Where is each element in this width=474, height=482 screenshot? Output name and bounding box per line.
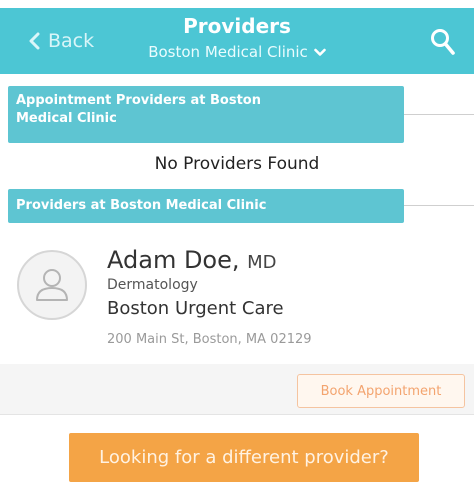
app-header: Back Providers Boston Medical Clinic: [0, 8, 474, 74]
providers-header: Providers at Boston Medical Clinic: [8, 189, 404, 223]
clinic-selector-label: Boston Medical Clinic: [148, 43, 308, 61]
no-providers-message: No Providers Found: [154, 154, 320, 174]
provider-credential: MD: [247, 252, 277, 273]
provider-action-bar: Book Appointment: [0, 364, 474, 415]
appointment-providers-title-line2: Medical Clinic: [16, 111, 117, 126]
divider: [404, 205, 474, 206]
appointment-providers-header: Appointment Providers at Boston Medical …: [8, 86, 404, 143]
appointment-providers-title-line1: Appointment Providers at Boston: [16, 93, 261, 108]
provider-name: Adam Doe, MD: [107, 246, 277, 274]
providers-title: Providers at Boston Medical Clinic: [16, 198, 267, 213]
search-icon: [431, 29, 455, 55]
provider-card[interactable]: Adam Doe, MD Dermatology Boston Urgent C…: [0, 240, 474, 364]
title-block: Providers Boston Medical Clinic: [0, 14, 474, 62]
provider-specialty: Dermatology: [107, 277, 198, 293]
provider-location: Boston Urgent Care: [107, 298, 284, 319]
divider: [404, 114, 474, 115]
search-button[interactable]: [430, 28, 456, 60]
provider-address: 200 Main St, Boston, MA 02129: [107, 332, 312, 347]
chevron-down-icon: [313, 48, 326, 56]
user-placeholder-icon: [36, 269, 68, 301]
book-appointment-button[interactable]: Book Appointment: [297, 374, 465, 408]
page-title: Providers: [183, 14, 291, 38]
provider-name-text: Adam Doe,: [107, 246, 240, 274]
avatar: [17, 250, 87, 320]
clinic-selector[interactable]: Boston Medical Clinic: [148, 42, 326, 62]
different-provider-button[interactable]: Looking for a different provider?: [69, 433, 419, 482]
